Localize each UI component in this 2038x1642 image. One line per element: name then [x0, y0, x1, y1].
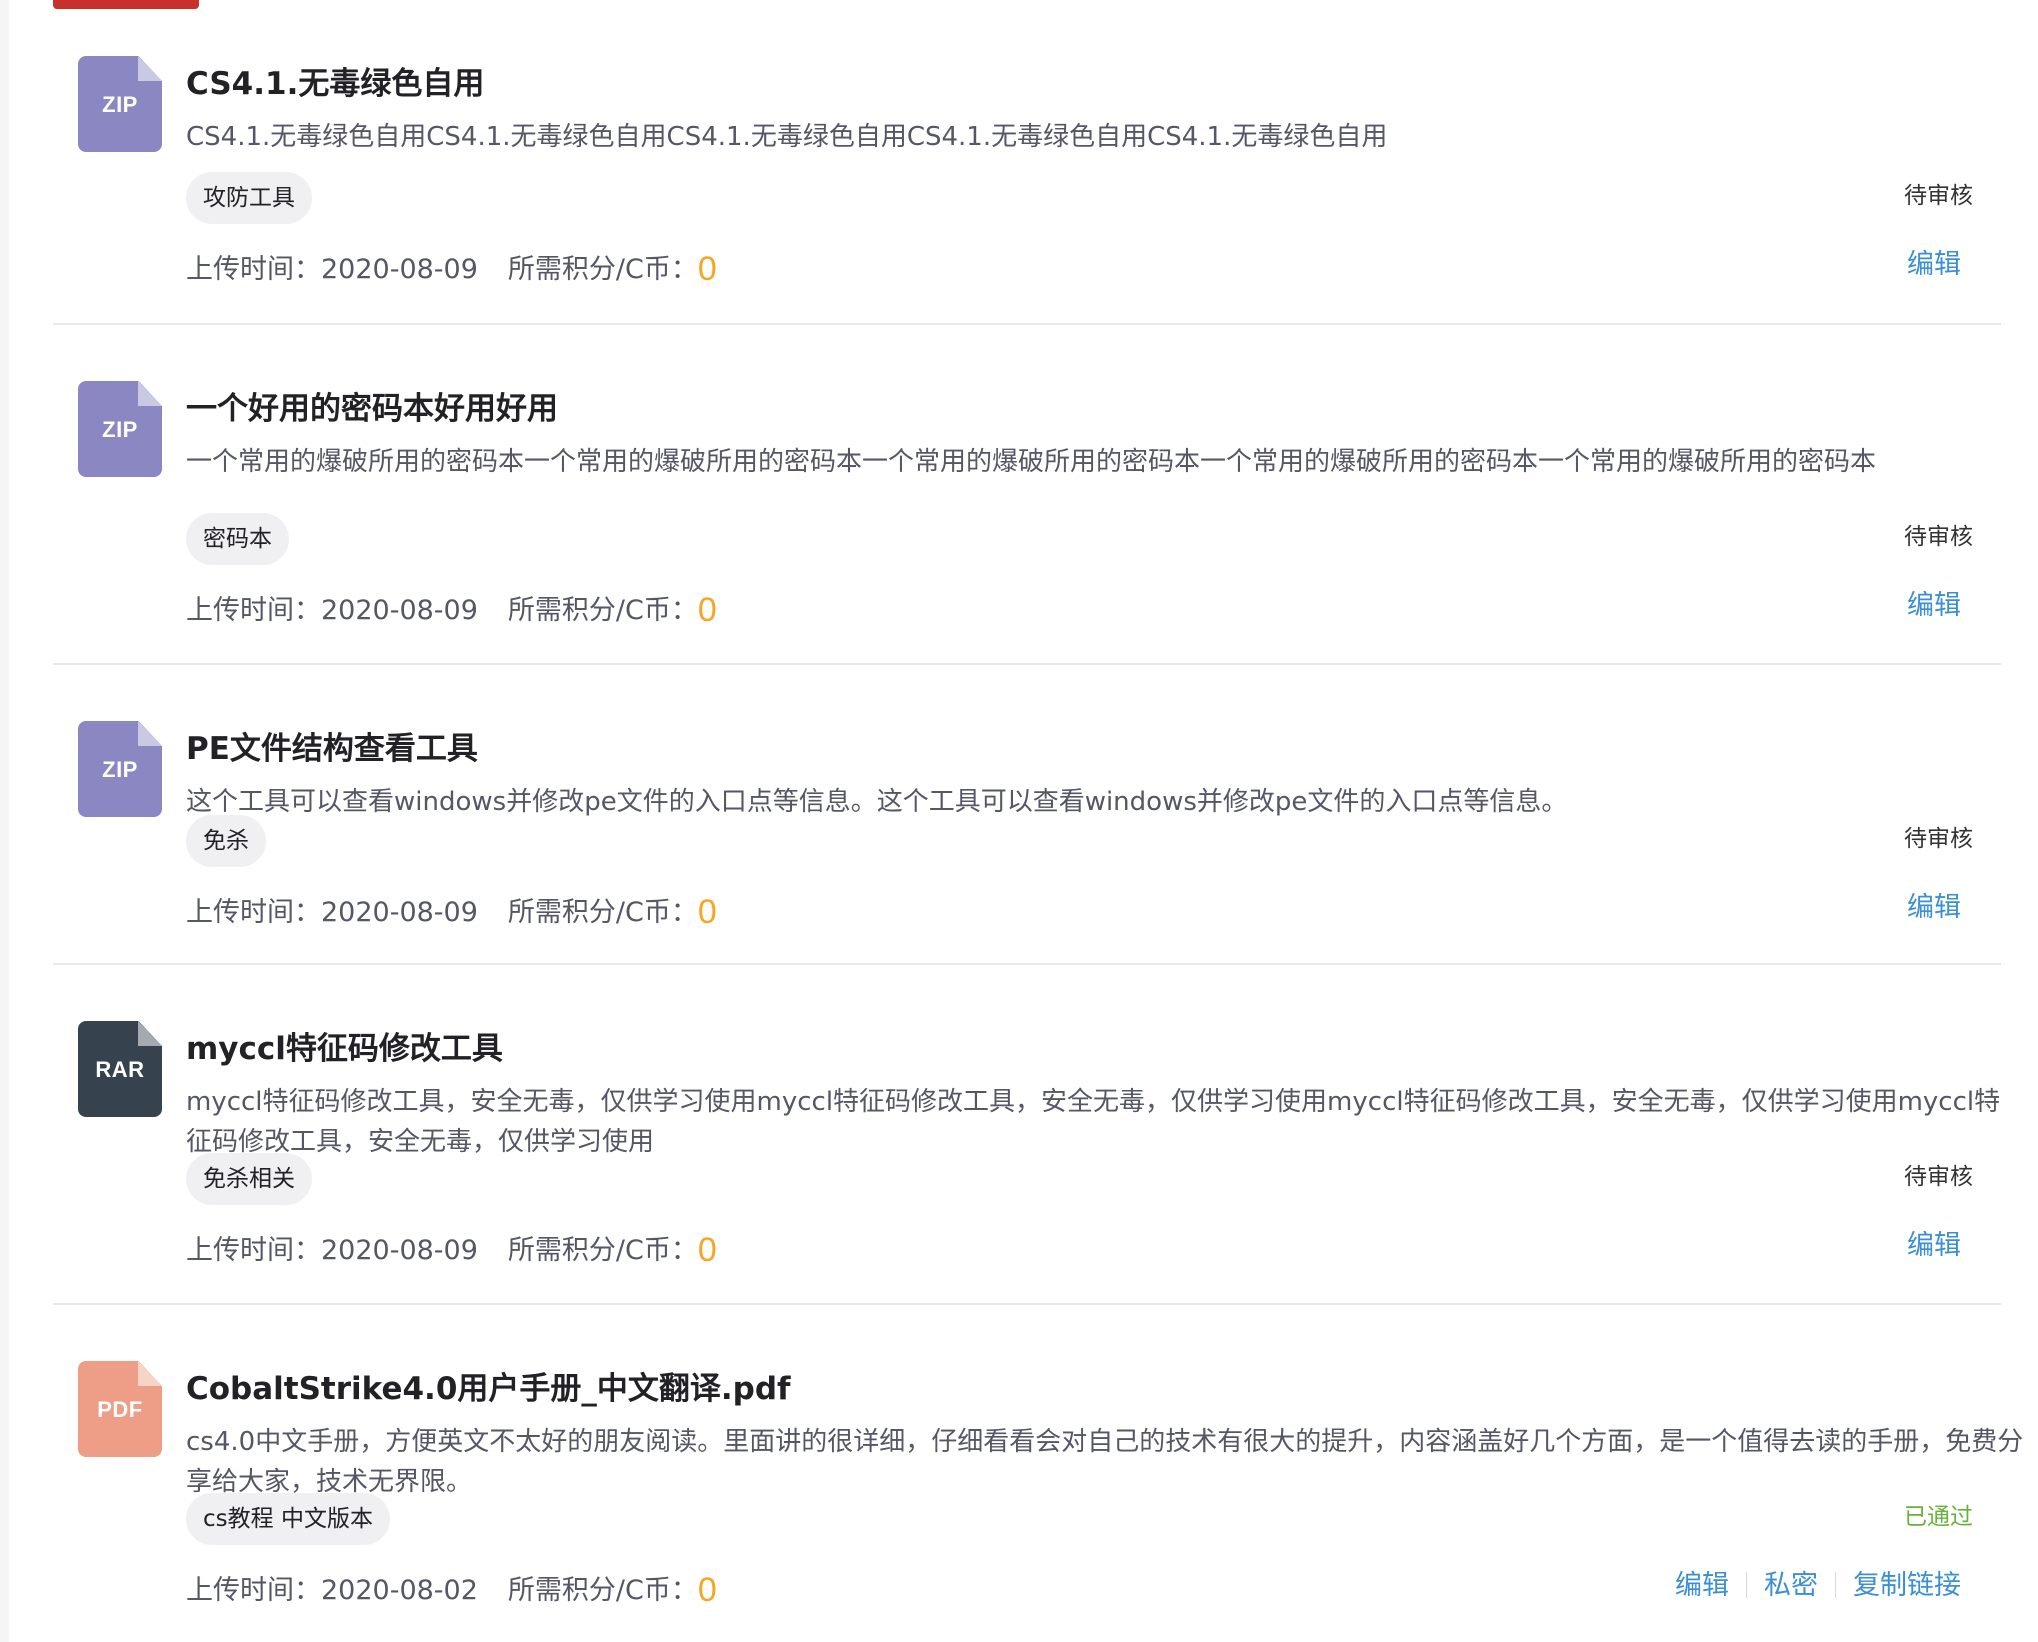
resource-tag[interactable]: 免杀相关	[186, 1153, 312, 1205]
list-item: ZIP PE文件结构查看工具 这个工具可以查看windows并修改pe文件的入口…	[53, 665, 2001, 965]
page-fold	[138, 1021, 162, 1046]
upload-date: 2020-08-09	[321, 595, 478, 626]
page-fold	[138, 56, 162, 81]
file-type-label: ZIP	[102, 417, 138, 442]
resource-title[interactable]: CS4.1.无毒绿色自用	[186, 58, 484, 103]
upload-date: 2020-08-09	[321, 1235, 478, 1266]
list-item: ZIP 一个好用的密码本好用好用 一个常用的爆破所用的密码本一个常用的爆破所用的…	[53, 325, 2001, 665]
points-value: 0	[697, 250, 717, 288]
resource-meta: 上传时间：2020-08-02 所需积分/C币：0	[186, 1568, 717, 1610]
zip-file-icon: ZIP	[78, 721, 162, 817]
resource-meta: 上传时间：2020-08-09 所需积分/C币：0	[186, 1228, 717, 1270]
status-badge: 待审核	[1904, 183, 1973, 209]
resource-tag[interactable]: 攻防工具	[186, 172, 312, 224]
points-value: 0	[697, 1571, 717, 1609]
points-label: 所需积分/C币：	[507, 1235, 698, 1266]
points-label: 所需积分/C币：	[507, 595, 698, 626]
resource-title[interactable]: PE文件结构查看工具	[186, 723, 478, 768]
list-item: RAR myccl特征码修改工具 myccl特征码修改工具，安全无毒，仅供学习使…	[53, 965, 2001, 1305]
resource-tag[interactable]: 密码本	[186, 513, 289, 565]
resource-list-page: ZIP CS4.1.无毒绿色自用 CS4.1.无毒绿色自用CS4.1.无毒绿色自…	[0, 0, 2038, 1642]
points-label: 所需积分/C币：	[507, 254, 698, 285]
resource-title[interactable]: CobaltStrike4.0用户手册_中文翻译.pdf	[186, 1363, 791, 1408]
pdf-file-icon: PDF	[78, 1361, 162, 1457]
zip-file-icon: ZIP	[78, 381, 162, 477]
item-actions: 编辑	[1907, 583, 1961, 622]
resource-meta: 上传时间：2020-08-09 所需积分/C币：0	[186, 890, 717, 932]
upload-date: 2020-08-09	[321, 897, 478, 928]
file-type-label: ZIP	[102, 92, 138, 117]
upload-time-label: 上传时间：	[186, 595, 321, 626]
page-fold	[138, 1361, 162, 1386]
rar-file-icon: RAR	[78, 1021, 162, 1117]
resource-description: CS4.1.无毒绿色自用CS4.1.无毒绿色自用CS4.1.无毒绿色自用CS4.…	[186, 122, 1388, 152]
resource-description: myccl特征码修改工具，安全无毒，仅供学习使用myccl特征码修改工具，安全无…	[186, 1087, 2001, 1157]
resource-meta: 上传时间：2020-08-09 所需积分/C币：0	[186, 247, 717, 289]
item-actions: 编辑	[1907, 1223, 1961, 1262]
edit-button[interactable]: 编辑	[1907, 590, 1961, 621]
resource-list: ZIP CS4.1.无毒绿色自用 CS4.1.无毒绿色自用CS4.1.无毒绿色自…	[53, 0, 2023, 1642]
list-item: ZIP CS4.1.无毒绿色自用 CS4.1.无毒绿色自用CS4.1.无毒绿色自…	[53, 0, 2001, 325]
points-label: 所需积分/C币：	[507, 897, 698, 928]
edit-button[interactable]: 编辑	[1675, 1570, 1729, 1601]
status-badge: 待审核	[1904, 524, 1973, 550]
status-badge: 待审核	[1904, 1164, 1973, 1190]
copy-link-button[interactable]: 复制链接	[1853, 1570, 1961, 1601]
list-item: PDF CobaltStrike4.0用户手册_中文翻译.pdf cs4.0中文…	[53, 1305, 2023, 1642]
edit-button[interactable]: 编辑	[1907, 249, 1961, 280]
points-value: 0	[697, 591, 717, 629]
upload-time-label: 上传时间：	[186, 1235, 321, 1266]
edit-button[interactable]: 编辑	[1907, 892, 1961, 923]
resource-meta: 上传时间：2020-08-09 所需积分/C币：0	[186, 588, 717, 630]
left-rail	[0, 0, 9, 1642]
points-value: 0	[697, 1231, 717, 1269]
points-value: 0	[697, 893, 717, 931]
item-actions: 编辑	[1907, 885, 1961, 924]
resource-tag[interactable]: cs教程 中文版本	[186, 1493, 390, 1545]
upload-date: 2020-08-02	[321, 1575, 478, 1606]
action-divider	[1835, 1572, 1836, 1598]
page-fold	[138, 721, 162, 746]
file-type-label: RAR	[95, 1057, 145, 1082]
upload-date: 2020-08-09	[321, 254, 478, 285]
resource-description: 这个工具可以查看windows并修改pe文件的入口点等信息。这个工具可以查看wi…	[186, 787, 1568, 817]
item-actions: 编辑	[1907, 242, 1961, 281]
file-type-label: PDF	[97, 1397, 143, 1422]
edit-button[interactable]: 编辑	[1907, 1230, 1961, 1261]
points-label: 所需积分/C币：	[507, 1575, 698, 1606]
item-actions: 编辑 私密 复制链接	[1675, 1563, 1961, 1602]
resource-description: 一个常用的爆破所用的密码本一个常用的爆破所用的密码本一个常用的爆破所用的密码本一…	[186, 447, 1877, 477]
zip-file-icon: ZIP	[78, 56, 162, 152]
status-badge: 已通过	[1904, 1504, 1973, 1530]
resource-description: cs4.0中文手册，方便英文不太好的朋友阅读。里面讲的很详细，仔细看看会对自己的…	[186, 1427, 2024, 1497]
status-badge: 待审核	[1904, 826, 1973, 852]
resource-tag[interactable]: 免杀	[186, 815, 266, 867]
resource-title[interactable]: myccl特征码修改工具	[186, 1023, 503, 1068]
upload-time-label: 上传时间：	[186, 1575, 321, 1606]
page-fold	[138, 381, 162, 406]
resource-title[interactable]: 一个好用的密码本好用好用	[186, 383, 558, 428]
private-button[interactable]: 私密	[1764, 1570, 1818, 1601]
upload-time-label: 上传时间：	[186, 897, 321, 928]
upload-time-label: 上传时间：	[186, 254, 321, 285]
file-type-label: ZIP	[102, 757, 138, 782]
action-divider	[1746, 1572, 1747, 1598]
